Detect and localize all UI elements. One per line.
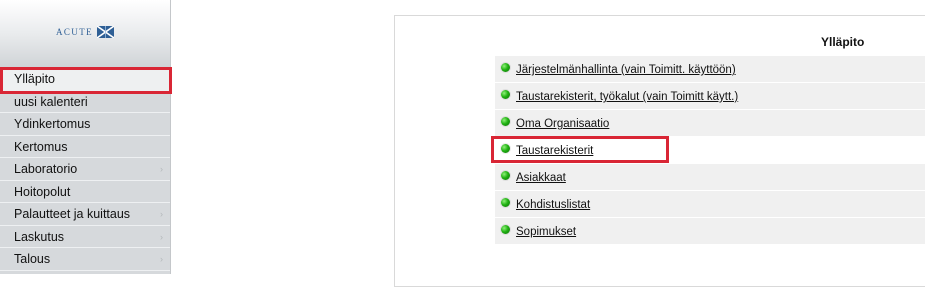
chevron-right-icon: › xyxy=(160,209,163,219)
sidebar-item-label: Laskutus xyxy=(14,229,65,244)
sidebar-item-label: Ydinkertomus xyxy=(14,117,91,131)
sidebar-item-laboratorio[interactable]: Laboratorio › xyxy=(0,158,170,181)
green-bullet-icon xyxy=(501,90,510,99)
sidebar-item-laskutus[interactable]: Laskutus › xyxy=(0,226,170,248)
sidebar-item-label: Kertomus xyxy=(14,139,68,154)
link-list: Järjestelmänhallinta (vain Toimitt. käyt… xyxy=(491,55,925,244)
link-asiakkaat[interactable]: Asiakkaat xyxy=(516,172,566,184)
sidebar-item-talous[interactable]: Talous › xyxy=(0,248,170,271)
green-bullet-icon xyxy=(501,198,510,207)
sidebar-item-label: Hoitopolut xyxy=(14,184,71,199)
link-sopimukset[interactable]: Sopimukset xyxy=(516,226,576,238)
chevron-right-icon: › xyxy=(160,164,163,174)
green-bullet-icon xyxy=(501,144,510,153)
acute-logo: ACUTE xyxy=(56,25,114,39)
link-kohdistuslistat[interactable]: Kohdistuslistat xyxy=(516,199,590,211)
link-oma-organisaatio[interactable]: Oma Organisaatio xyxy=(516,118,609,130)
sidebar-item-kertomus[interactable]: Kertomus xyxy=(0,136,170,158)
sidebar-item-label: Laboratorio xyxy=(14,162,78,176)
sidebar-item-uusi-kalenteri[interactable]: uusi kalenteri xyxy=(0,91,170,113)
sidebar: ACUTE Ylläpito uusi kalenteri Ydinkertom… xyxy=(0,0,172,274)
chevron-right-icon: › xyxy=(160,231,163,242)
sidebar-item-yllapito[interactable]: Ylläpito xyxy=(0,67,172,94)
sidebar-item-ydinkertomus[interactable]: Ydinkertomus xyxy=(0,113,170,136)
main-panel: Ylläpito Järjestelmänhallinta (vain Toim… xyxy=(394,15,925,287)
sidebar-item-label: Talous xyxy=(14,252,51,266)
sidebar-item-label: Ylläpito xyxy=(14,72,55,86)
green-bullet-icon xyxy=(501,63,510,72)
green-bullet-icon xyxy=(501,171,510,180)
green-bullet-icon xyxy=(501,225,510,234)
sidebar-item-hoitopolut[interactable]: Hoitopolut xyxy=(0,181,170,203)
list-item: Järjestelmänhallinta (vain Toimitt. käyt… xyxy=(495,55,925,82)
logo-mark-icon xyxy=(97,26,114,38)
green-bullet-icon xyxy=(501,117,510,126)
sidebar-item-label: Palautteet ja kuittaus xyxy=(14,207,131,221)
logo-area: ACUTE xyxy=(0,0,170,68)
link-taustarekisterit[interactable]: Taustarekisterit xyxy=(516,145,593,157)
list-item: Kohdistuslistat xyxy=(495,190,925,217)
link-taustarekisterit-tyokalut[interactable]: Taustarekisterit, työkalut (vain Toimitt… xyxy=(516,91,738,103)
list-item: Oma Organisaatio xyxy=(495,109,925,136)
list-item: Sopimukset xyxy=(495,217,925,244)
sidebar-menu: Ylläpito uusi kalenteri Ydinkertomus Ker… xyxy=(0,67,172,271)
chevron-right-icon: › xyxy=(160,254,163,264)
list-item: Taustarekisterit, työkalut (vain Toimitt… xyxy=(495,82,925,109)
link-jarjestelmanhallinta[interactable]: Järjestelmänhallinta (vain Toimitt. käyt… xyxy=(516,64,736,76)
page-title: Ylläpito xyxy=(821,35,865,49)
list-item: Taustarekisterit xyxy=(491,136,925,163)
sidebar-item-palautteet-ja-kuittaus[interactable]: Palautteet ja kuittaus › xyxy=(0,203,170,226)
list-item: Asiakkaat xyxy=(495,163,925,190)
sidebar-item-label: uusi kalenteri xyxy=(14,94,88,109)
logo-text: ACUTE xyxy=(56,27,93,37)
